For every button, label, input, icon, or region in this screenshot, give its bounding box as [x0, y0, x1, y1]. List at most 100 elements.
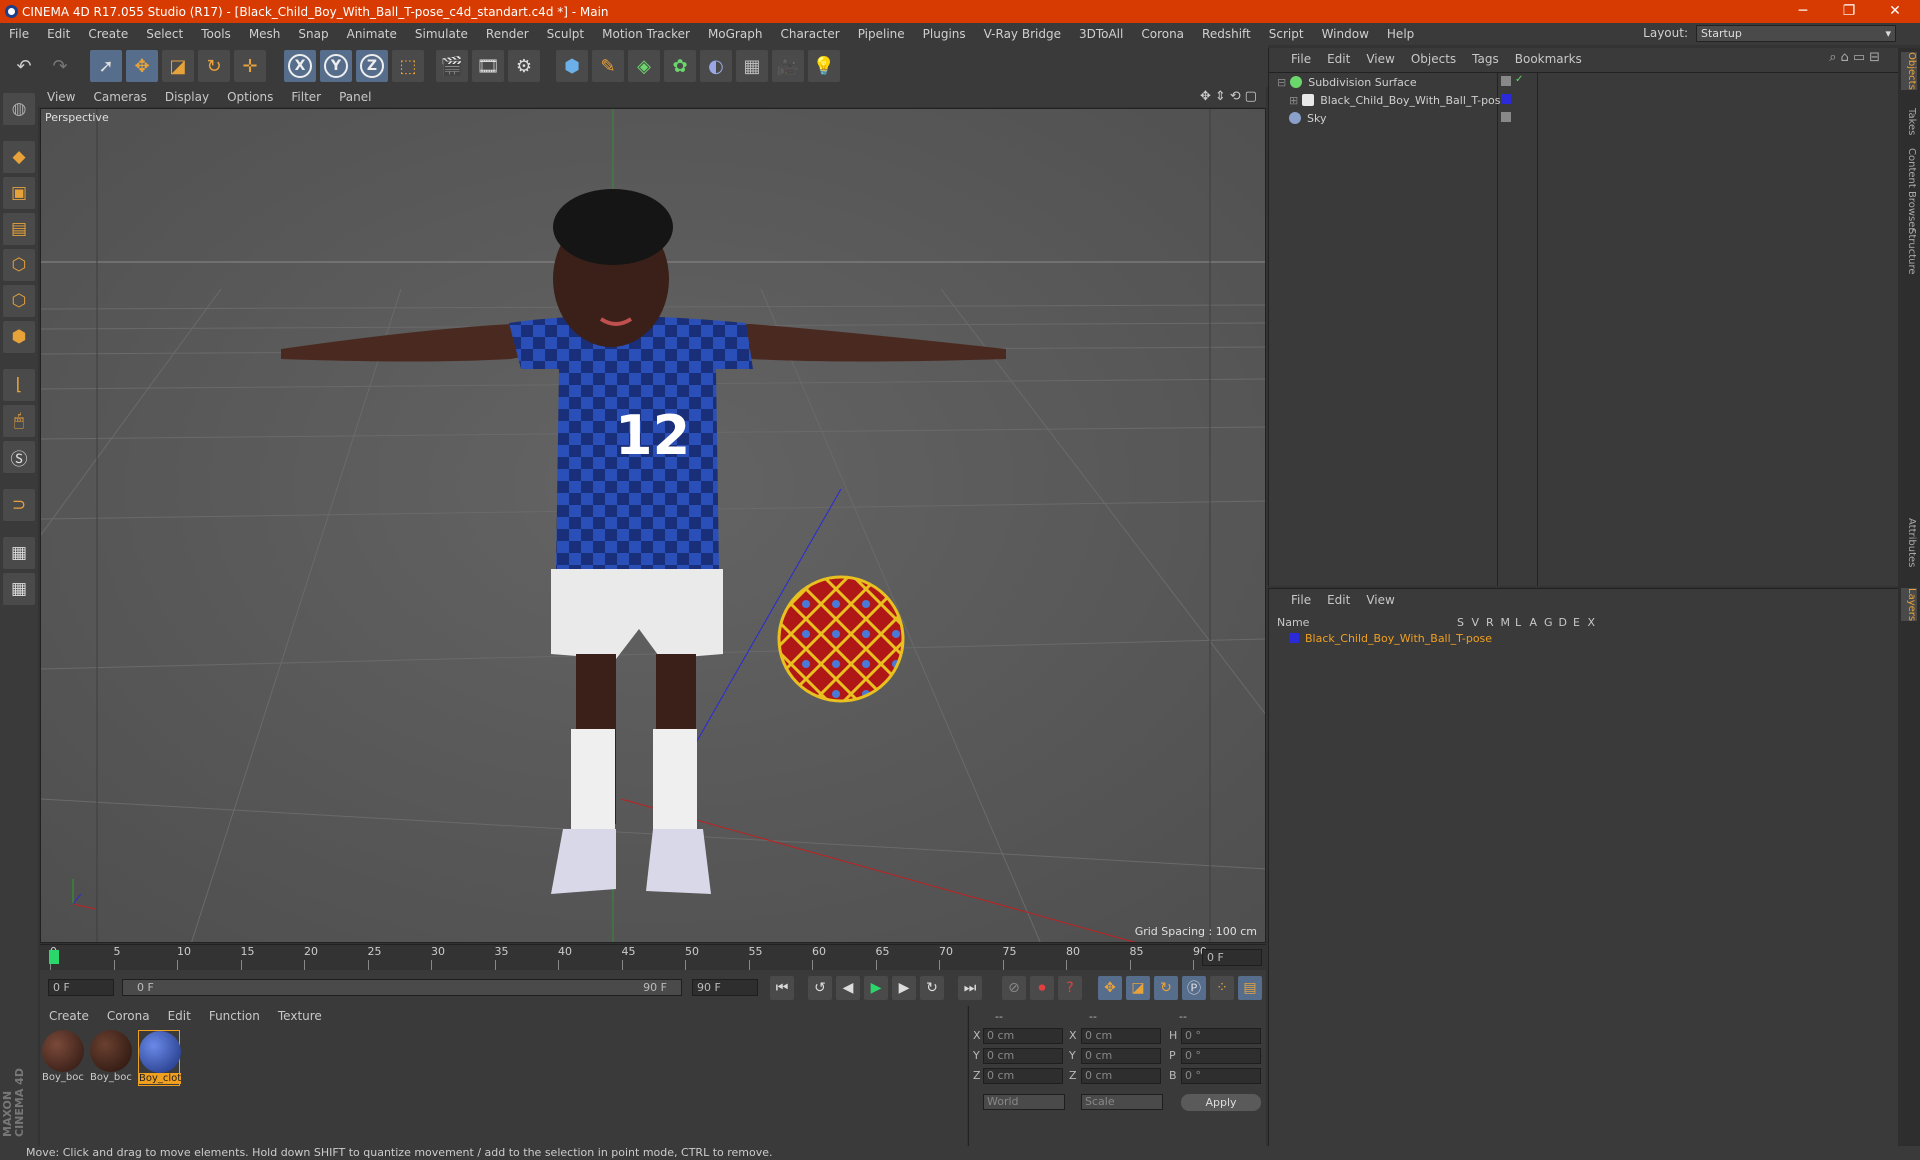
menu-item[interactable]: Redshift [1193, 27, 1260, 41]
edges-mode-icon[interactable]: ⬡ [3, 285, 35, 317]
menu-item[interactable]: Motion Tracker [593, 27, 699, 41]
cube-icon[interactable]: ⬢ [556, 50, 588, 82]
undo-icon[interactable]: ↶ [8, 50, 40, 82]
layer-menu-item[interactable]: Edit [1319, 593, 1358, 607]
rotation-field[interactable]: 0 ° [1181, 1068, 1261, 1084]
enabled-check-icon[interactable]: ✓ [1515, 74, 1523, 85]
make-editable-icon[interactable]: ◍ [3, 93, 35, 125]
redo-icon[interactable]: ↷ [44, 50, 76, 82]
layer-menu-item[interactable]: View [1358, 593, 1402, 607]
menu-item[interactable]: Pipeline [849, 27, 914, 41]
menu-item[interactable]: Character [771, 27, 848, 41]
size-field[interactable]: 0 cm [1081, 1068, 1161, 1084]
camera-icon[interactable]: 🎥 [772, 50, 804, 82]
pen-icon[interactable]: ✎ [592, 50, 624, 82]
viewport-menu-item[interactable]: Panel [330, 90, 380, 104]
y-axis-icon[interactable]: Y [320, 50, 352, 82]
object-row-sky[interactable]: Sky [1289, 109, 1326, 127]
material-menu-item[interactable]: Corona [98, 1009, 159, 1023]
record-keys-icon[interactable]: ⏺ [1030, 976, 1054, 1000]
polygons-mode-icon[interactable]: ⬢ [3, 321, 35, 353]
layer-row[interactable]: Black_Child_Boy_With_Ball_T-pose [1277, 629, 1492, 647]
end-frame-field[interactable]: 90 F [692, 979, 758, 996]
menu-item[interactable]: Window [1313, 27, 1378, 41]
menu-item[interactable]: Edit [38, 27, 79, 41]
render-view-icon[interactable]: 🎬 [436, 50, 468, 82]
autokey-icon[interactable]: ? [1058, 976, 1082, 1000]
side-tab[interactable]: Structure [1901, 228, 1917, 275]
layer-color-icon[interactable] [1501, 94, 1511, 104]
points-mode-icon[interactable]: ⬡ [3, 249, 35, 281]
key-scale-icon[interactable]: ◪ [1126, 976, 1150, 1000]
deformer-icon[interactable]: ◐ [700, 50, 732, 82]
menu-item[interactable]: Simulate [406, 27, 477, 41]
object-menu-item[interactable]: File [1283, 52, 1319, 66]
menu-item[interactable]: MoGraph [699, 27, 772, 41]
material-item-selected[interactable]: Boy_clot [138, 1030, 181, 1086]
restore-button[interactable]: ❐ [1826, 0, 1872, 23]
frame-range-slider[interactable]: 0 F 90 F [122, 979, 682, 996]
key-rotation-icon[interactable]: ↻ [1154, 976, 1178, 1000]
scale-select[interactable]: Scale [1081, 1094, 1163, 1110]
apply-button[interactable]: Apply [1181, 1094, 1261, 1111]
menu-item[interactable]: Animate [338, 27, 406, 41]
object-row-subdivision[interactable]: ⊟ Subdivision Surface [1277, 73, 1417, 91]
menu-item[interactable]: File [0, 27, 38, 41]
material-menu-item[interactable]: Edit [159, 1009, 200, 1023]
perspective-viewport[interactable]: 12 Perspective Grid Spacing : 100 cm [40, 108, 1266, 943]
menu-item[interactable]: V-Ray Bridge [975, 27, 1070, 41]
key-position-icon[interactable]: ✥ [1098, 976, 1122, 1000]
play-icon[interactable]: ▶ [864, 976, 888, 1000]
layer-menu-item[interactable]: File [1283, 593, 1319, 607]
viewport-menu-item[interactable]: Cameras [84, 90, 155, 104]
texture-mode-icon[interactable]: ▣ [3, 177, 35, 209]
z-axis-icon[interactable]: Z [356, 50, 388, 82]
material-menu-item[interactable]: Function [200, 1009, 269, 1023]
menu-item[interactable]: Render [477, 27, 538, 41]
prev-frame-icon[interactable]: ◀ [836, 976, 860, 1000]
menu-item[interactable]: Mesh [240, 27, 290, 41]
object-menu-item[interactable]: Tags [1464, 52, 1507, 66]
start-frame-field[interactable]: 0 F [48, 979, 114, 996]
playhead[interactable] [49, 950, 59, 964]
add-icon[interactable]: ✛ [234, 50, 266, 82]
motion-record-icon[interactable]: ⊘ [1002, 976, 1026, 1000]
rotation-field[interactable]: 0 ° [1181, 1048, 1261, 1064]
magnet-icon[interactable]: ⊃ [3, 489, 35, 521]
side-tab[interactable]: Objects [1901, 52, 1917, 90]
object-menu-item[interactable]: Bookmarks [1507, 52, 1590, 66]
scale-icon[interactable]: ◪ [162, 50, 194, 82]
object-row-character[interactable]: ⊞ Black_Child_Boy_With_Ball_T-pose [1289, 91, 1507, 109]
layout-select[interactable]: Startup ▾ [1696, 25, 1896, 42]
timeline-ruler[interactable]: 051015202530354045505560657075808590 0 F [40, 944, 1266, 970]
timeline-window-icon[interactable]: ▤ [1238, 976, 1262, 1000]
menu-item[interactable]: Create [79, 27, 137, 41]
x-axis-icon[interactable]: X [284, 50, 316, 82]
viewport-menu-item[interactable]: Filter [282, 90, 330, 104]
axis-mode-icon[interactable]: ⌊ [3, 369, 35, 401]
object-menu-item[interactable]: View [1358, 52, 1402, 66]
material-menu-item[interactable]: Create [40, 1009, 98, 1023]
tweak-mode-icon[interactable]: 🖱 [3, 405, 35, 437]
viewport-menu-item[interactable]: View [38, 90, 84, 104]
size-field[interactable]: 0 cm [1081, 1048, 1161, 1064]
prev-key-icon[interactable]: ↺ [808, 976, 832, 1000]
close-button[interactable]: ✕ [1872, 0, 1918, 23]
size-field[interactable]: 0 cm [1081, 1028, 1161, 1044]
menu-item[interactable]: Select [137, 27, 192, 41]
coord-system-icon[interactable]: ⬚ [392, 50, 424, 82]
menu-item[interactable]: Plugins [914, 27, 975, 41]
key-param-icon[interactable]: Ⓟ [1182, 976, 1206, 1000]
menu-item[interactable]: 3DToAll [1070, 27, 1132, 41]
cloner-icon[interactable]: ✿ [664, 50, 696, 82]
move-icon[interactable]: ✥ [126, 50, 158, 82]
next-frame-icon[interactable]: ▶ [892, 976, 916, 1000]
menu-item[interactable]: Help [1378, 27, 1423, 41]
key-pla-icon[interactable]: ⁘ [1210, 976, 1234, 1000]
rotate-icon[interactable]: ↻ [198, 50, 230, 82]
current-frame-field[interactable]: 0 F [1202, 949, 1262, 966]
side-tab[interactable]: Attributes [1901, 518, 1917, 567]
position-field[interactable]: 0 cm [983, 1068, 1063, 1084]
side-tab[interactable]: Takes [1901, 108, 1917, 135]
render-picture-viewer-icon[interactable]: 🎞 [472, 50, 504, 82]
